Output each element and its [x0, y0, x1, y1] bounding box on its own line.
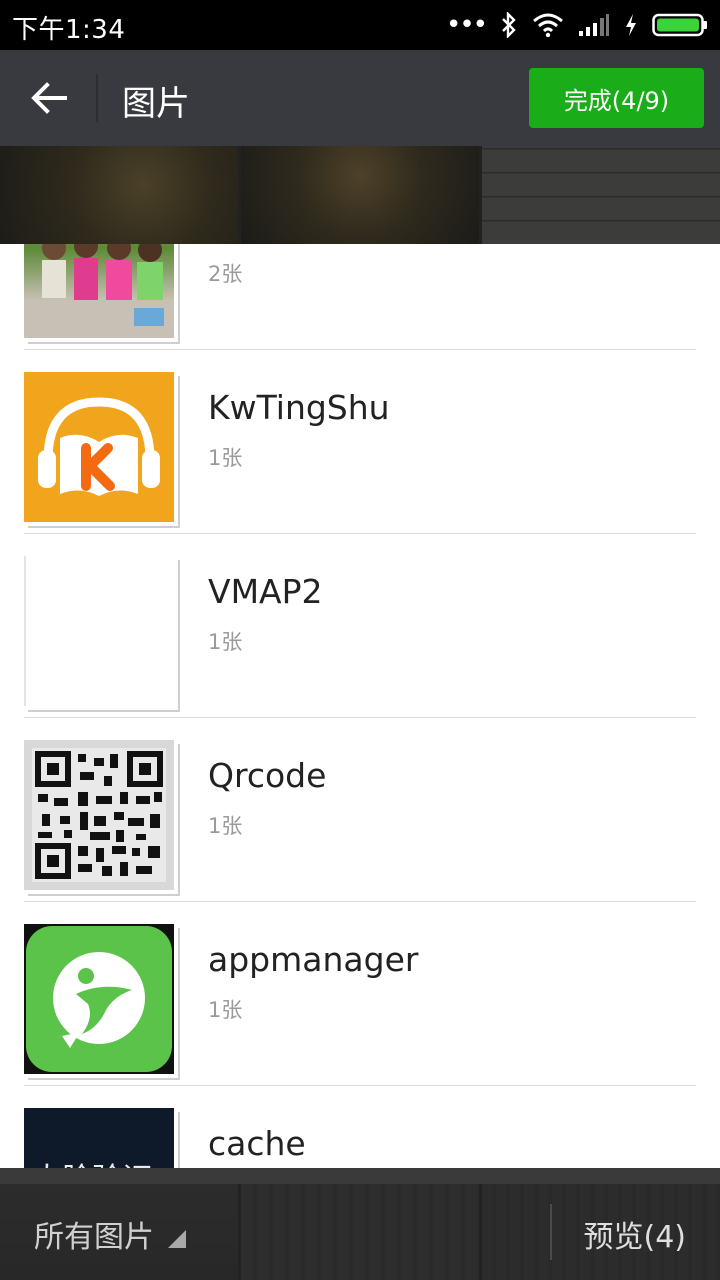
battery-icon	[652, 13, 707, 37]
page-title: 图片	[122, 84, 190, 124]
album-thumbnail: 人脸验证	[24, 1108, 180, 1168]
album-name: KwTingShu	[208, 388, 390, 427]
album-count: 1张	[208, 446, 243, 470]
wifi-icon	[533, 13, 563, 37]
album-count: 1张	[208, 814, 243, 838]
album-count: 1张	[208, 998, 243, 1022]
image-picker-screen: 下午1:34 ••• 图片 完成(4/9) 2张 KwTingShu 1张 VM…	[0, 0, 720, 1280]
thumbnail-text: 人脸验证	[32, 1154, 152, 1168]
album-thumbnail	[24, 924, 180, 1080]
background-photo	[0, 146, 238, 244]
background-photo	[482, 146, 720, 244]
qr-code-image	[32, 748, 166, 882]
album-item-kwtingshu[interactable]: KwTingShu 1张	[24, 350, 696, 534]
background-photo-grid-top	[0, 146, 720, 244]
bluetooth-icon	[502, 12, 516, 38]
bottom-divider	[550, 1204, 552, 1260]
album-name: VMAP2	[208, 572, 323, 611]
album-item-cache[interactable]: 人脸验证 cache	[24, 1086, 696, 1168]
charging-icon	[626, 14, 636, 36]
signal-icon	[579, 14, 609, 36]
album-item-weixin[interactable]: weixin 2张	[24, 244, 696, 350]
album-item-qrcode[interactable]: Qrcode 1张	[24, 718, 696, 902]
album-selector-button[interactable]: 所有图片	[34, 1212, 154, 1256]
status-time: 下午1:34	[12, 15, 126, 45]
appmanager-app-icon	[26, 926, 172, 1072]
album-name: appmanager	[208, 940, 419, 979]
album-thumbnail	[24, 244, 180, 344]
dropdown-triangle-icon	[168, 1230, 186, 1248]
preview-button[interactable]: 预览(4)	[584, 1212, 687, 1256]
more-dots-icon: •••	[445, 10, 488, 40]
album-item-vmap2[interactable]: VMAP2 1张	[24, 534, 696, 718]
kwtingshu-app-icon	[38, 397, 160, 496]
background-photo	[241, 146, 479, 244]
done-button[interactable]: 完成(4/9)	[529, 68, 704, 128]
status-icons: •••	[446, 10, 708, 40]
top-bar: 图片 完成(4/9)	[0, 50, 720, 146]
arrow-left-icon	[31, 82, 67, 114]
album-count: 1张	[208, 630, 243, 654]
album-thumbnail	[24, 740, 180, 896]
album-item-appmanager[interactable]: appmanager 1张	[24, 902, 696, 1086]
header-divider	[96, 74, 98, 122]
bottom-bar: 所有图片 预览(4)	[0, 1184, 720, 1280]
album-thumbnail	[24, 556, 180, 712]
album-thumbnail	[24, 372, 180, 528]
album-list: weixin 2张 KwTingShu 1张	[0, 244, 720, 1168]
album-name: cache	[208, 1124, 306, 1163]
back-button[interactable]	[24, 74, 74, 122]
album-count: 2张	[208, 262, 243, 286]
status-bar: 下午1:34 •••	[0, 0, 720, 50]
album-name: Qrcode	[208, 756, 327, 795]
